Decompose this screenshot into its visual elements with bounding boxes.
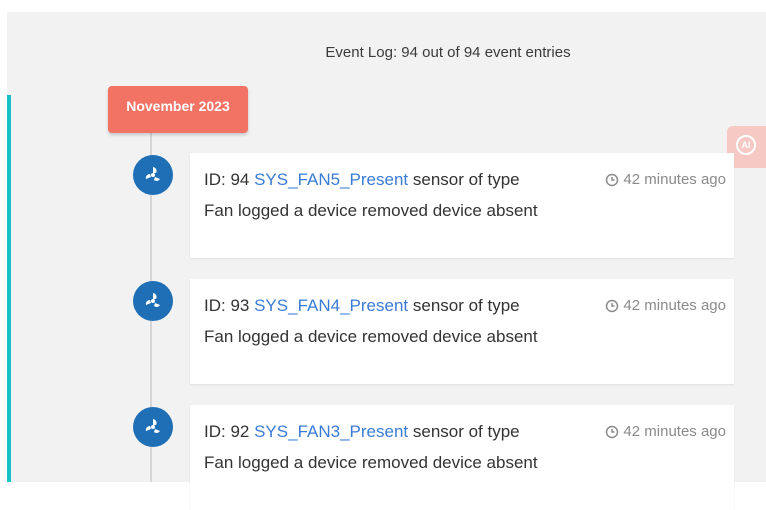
top-strip: [0, 0, 766, 12]
sensor-type-text: sensor of type: [412, 170, 520, 189]
event-header: ID: 92 SYS_FAN3_Present sensor of type: [204, 422, 520, 442]
sensor-type-text: sensor of type: [412, 422, 520, 441]
event-header: ID: 93 SYS_FAN4_Present sensor of type: [204, 296, 520, 316]
sensor-link[interactable]: SYS_FAN3_Present: [254, 422, 408, 441]
event-message: Fan logged a device removed device absen…: [204, 453, 538, 472]
event-time-text: 42 minutes ago: [623, 297, 726, 314]
month-badge: November 2023: [108, 86, 248, 133]
event-message: Fan logged a device removed device absen…: [204, 201, 538, 220]
event-id: ID: 94: [204, 170, 250, 189]
fan-icon: [133, 281, 173, 321]
event-time-text: 42 minutes ago: [623, 423, 726, 440]
event-card: ID: 93 SYS_FAN4_Present sensor of type 4…: [190, 279, 734, 384]
left-accent-bar: [7, 95, 11, 482]
event-message: Fan logged a device removed device absen…: [204, 327, 538, 346]
event-time-text: 42 minutes ago: [623, 171, 726, 188]
clock-icon: [606, 299, 619, 312]
event-card: ID: 94 SYS_FAN5_Present sensor of type 4…: [190, 153, 734, 258]
sensor-link[interactable]: SYS_FAN4_Present: [254, 296, 408, 315]
fan-icon: [133, 155, 173, 195]
clock-icon: [606, 173, 619, 186]
clock-icon: [606, 425, 619, 438]
sensor-type-text: sensor of type: [412, 296, 520, 315]
event-id: ID: 93: [204, 296, 250, 315]
event-time: 42 minutes ago: [605, 423, 726, 440]
event-id: ID: 92: [204, 422, 250, 441]
sensor-link[interactable]: SYS_FAN5_Present: [254, 170, 408, 189]
event-log-summary: Event Log: 94 out of 94 event entries: [325, 44, 571, 61]
ai-icon: AI: [736, 135, 756, 155]
event-header: ID: 94 SYS_FAN5_Present sensor of type: [204, 170, 520, 190]
event-time: 42 minutes ago: [605, 171, 726, 188]
event-time: 42 minutes ago: [605, 297, 726, 314]
event-card: ID: 92 SYS_FAN3_Present sensor of type 4…: [190, 405, 734, 510]
fan-icon: [133, 407, 173, 447]
